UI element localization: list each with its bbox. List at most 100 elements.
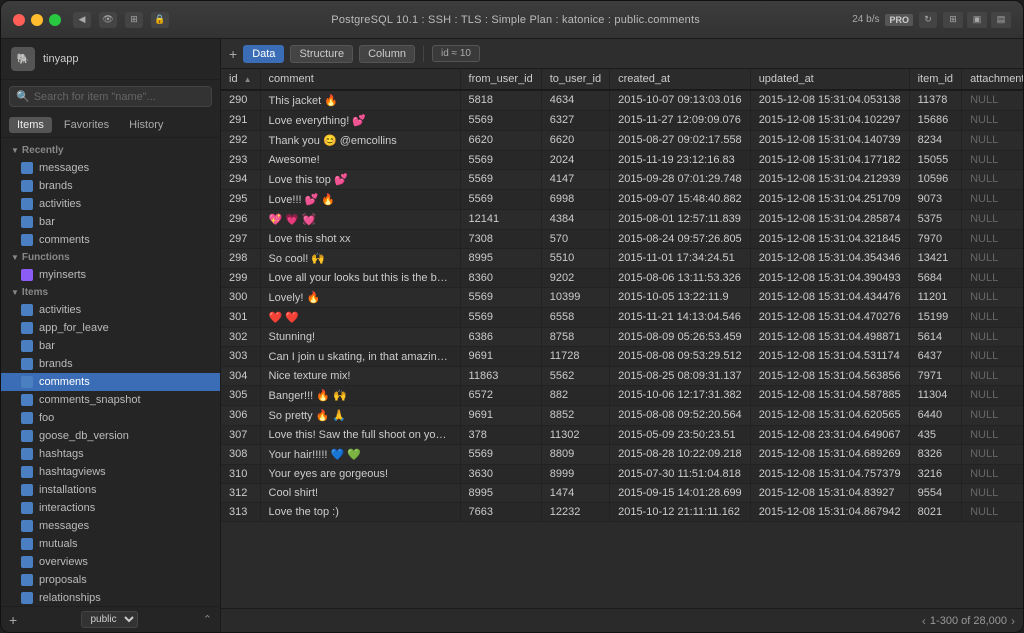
sidebar-item-hashtags[interactable]: hashtags [1, 445, 220, 463]
table-row[interactable]: 306So pretty 🔥 🙏969188522015-08-08 09:52… [221, 406, 1023, 426]
table-row[interactable]: 298So cool! 🙌899555102015-11-01 17:34:24… [221, 249, 1023, 269]
cell-from_user_id[interactable]: 6386 [460, 328, 541, 347]
cell-item_id[interactable]: 5375 [909, 210, 961, 230]
cell-to_user_id[interactable]: 4147 [541, 170, 609, 190]
cell-attachment[interactable]: NULL [962, 190, 1023, 210]
cell-from_user_id[interactable]: 5569 [460, 288, 541, 308]
schema-select[interactable]: public [81, 611, 138, 628]
col-header-from[interactable]: from_user_id [460, 69, 541, 90]
cell-created_at[interactable]: 2015-09-15 14:01:28.699 [610, 484, 751, 503]
cell-from_user_id[interactable]: 378 [460, 426, 541, 445]
cell-id[interactable]: 313 [221, 503, 260, 522]
cell-comment[interactable]: Love the top :) [260, 503, 460, 522]
col-header-attachment[interactable]: attachment [962, 69, 1023, 90]
cell-to_user_id[interactable]: 8809 [541, 445, 609, 465]
cell-updated_at[interactable]: 2015-12-08 15:31:04.354346 [750, 249, 909, 269]
table-row[interactable]: 300Lovely! 🔥5569103992015-10-05 13:22:11… [221, 288, 1023, 308]
cell-from_user_id[interactable]: 5569 [460, 151, 541, 170]
sidebar-item-comments-recent[interactable]: comments [1, 231, 220, 249]
grid-button[interactable]: ⊞ [125, 12, 143, 28]
col-header-comment[interactable]: comment [260, 69, 460, 90]
sidebar-item-comments[interactable]: comments [1, 373, 220, 391]
cell-id[interactable]: 294 [221, 170, 260, 190]
cell-id[interactable]: 312 [221, 484, 260, 503]
cell-attachment[interactable]: NULL [962, 111, 1023, 131]
cell-to_user_id[interactable]: 8852 [541, 406, 609, 426]
items-header[interactable]: ▼ Items [1, 284, 220, 301]
cell-to_user_id[interactable]: 570 [541, 230, 609, 249]
table-row[interactable]: 295Love!!! 💕 🔥556969982015-09-07 15:48:4… [221, 190, 1023, 210]
sidebar-item-activities[interactable]: activities [1, 301, 220, 319]
sidebar-item-foo[interactable]: foo [1, 409, 220, 427]
sidebar-item-interactions[interactable]: interactions [1, 499, 220, 517]
cell-comment[interactable]: Love all your looks but this is the best… [260, 269, 460, 288]
cell-to_user_id[interactable]: 6558 [541, 308, 609, 328]
cell-created_at[interactable]: 2015-11-19 23:12:16.83 [610, 151, 751, 170]
panel-view-icon[interactable]: ▣ [967, 12, 987, 28]
cell-updated_at[interactable]: 2015-12-08 15:31:04.563856 [750, 367, 909, 386]
structure-tab-button[interactable]: Structure [290, 45, 353, 63]
cell-attachment[interactable]: NULL [962, 308, 1023, 328]
sidebar-item-bar-recent[interactable]: bar [1, 213, 220, 231]
grid-view-icon[interactable]: ⊞ [943, 12, 963, 28]
cell-attachment[interactable]: NULL [962, 249, 1023, 269]
tab-favorites[interactable]: Favorites [56, 117, 117, 133]
cell-from_user_id[interactable]: 9691 [460, 347, 541, 367]
cell-created_at[interactable]: 2015-08-28 10:22:09.218 [610, 445, 751, 465]
sidebar-item-messages[interactable]: messages [1, 517, 220, 535]
cell-id[interactable]: 300 [221, 288, 260, 308]
cell-id[interactable]: 291 [221, 111, 260, 131]
cell-from_user_id[interactable]: 8995 [460, 484, 541, 503]
cell-item_id[interactable]: 11304 [909, 386, 961, 406]
table-row[interactable]: 290This jacket 🔥581846342015-10-07 09:13… [221, 90, 1023, 111]
cell-id[interactable]: 304 [221, 367, 260, 386]
cell-from_user_id[interactable]: 8995 [460, 249, 541, 269]
cell-id[interactable]: 295 [221, 190, 260, 210]
cell-comment[interactable]: ❤️ ❤️ [260, 308, 460, 328]
sidebar-item-overviews[interactable]: overviews [1, 553, 220, 571]
refresh-button[interactable]: ↻ [919, 12, 937, 28]
lock-button[interactable]: 🔒 [151, 12, 169, 28]
cell-to_user_id[interactable]: 8758 [541, 328, 609, 347]
table-row[interactable]: 301❤️ ❤️556965582015-11-21 14:13:04.5462… [221, 308, 1023, 328]
cell-id[interactable]: 306 [221, 406, 260, 426]
cell-item_id[interactable]: 8021 [909, 503, 961, 522]
cell-item_id[interactable]: 6440 [909, 406, 961, 426]
eye-button[interactable]: 👁 [99, 12, 117, 28]
cell-updated_at[interactable]: 2015-12-08 15:31:04.531174 [750, 347, 909, 367]
col-header-id[interactable]: id ▲ [221, 69, 260, 90]
table-row[interactable]: 291Love everything! 💕556963272015-11-27 … [221, 111, 1023, 131]
cell-created_at[interactable]: 2015-08-06 13:11:53.326 [610, 269, 751, 288]
cell-item_id[interactable]: 10596 [909, 170, 961, 190]
sidebar-item-comments-snapshot[interactable]: comments_snapshot [1, 391, 220, 409]
add-button[interactable]: + [9, 612, 17, 628]
cell-updated_at[interactable]: 2015-12-08 15:31:04.285874 [750, 210, 909, 230]
cell-updated_at[interactable]: 2015-12-08 15:31:04.212939 [750, 170, 909, 190]
cell-id[interactable]: 302 [221, 328, 260, 347]
cell-created_at[interactable]: 2015-08-24 09:57:26.805 [610, 230, 751, 249]
cell-created_at[interactable]: 2015-08-08 09:53:29.512 [610, 347, 751, 367]
col-header-item[interactable]: item_id [909, 69, 961, 90]
cell-comment[interactable]: Can I join u skating, in that amazing ou… [260, 347, 460, 367]
sidebar-item-goose-db-version[interactable]: goose_db_version [1, 427, 220, 445]
cell-from_user_id[interactable]: 6572 [460, 386, 541, 406]
cell-created_at[interactable]: 2015-09-28 07:01:29.748 [610, 170, 751, 190]
cell-comment[interactable]: So cool! 🙌 [260, 249, 460, 269]
cell-to_user_id[interactable]: 1474 [541, 484, 609, 503]
sidebar-item-proposals[interactable]: proposals [1, 571, 220, 589]
table-row[interactable]: 293Awesome!556920242015-11-19 23:12:16.8… [221, 151, 1023, 170]
cell-attachment[interactable]: NULL [962, 426, 1023, 445]
cell-updated_at[interactable]: 2015-12-08 15:31:04.587885 [750, 386, 909, 406]
tab-items[interactable]: Items [9, 117, 52, 133]
cell-from_user_id[interactable]: 9691 [460, 406, 541, 426]
cell-created_at[interactable]: 2015-11-01 17:34:24.51 [610, 249, 751, 269]
cell-attachment[interactable]: NULL [962, 503, 1023, 522]
cell-item_id[interactable]: 11378 [909, 90, 961, 111]
cell-updated_at[interactable]: 2015-12-08 15:31:04.83927 [750, 484, 909, 503]
cell-updated_at[interactable]: 2015-12-08 15:31:04.053138 [750, 90, 909, 111]
cell-item_id[interactable]: 6437 [909, 347, 961, 367]
cell-updated_at[interactable]: 2015-12-08 15:31:04.498871 [750, 328, 909, 347]
cell-updated_at[interactable]: 2015-12-08 15:31:04.251709 [750, 190, 909, 210]
split-view-icon[interactable]: ▤ [991, 12, 1011, 28]
sidebar-item-installations[interactable]: installations [1, 481, 220, 499]
